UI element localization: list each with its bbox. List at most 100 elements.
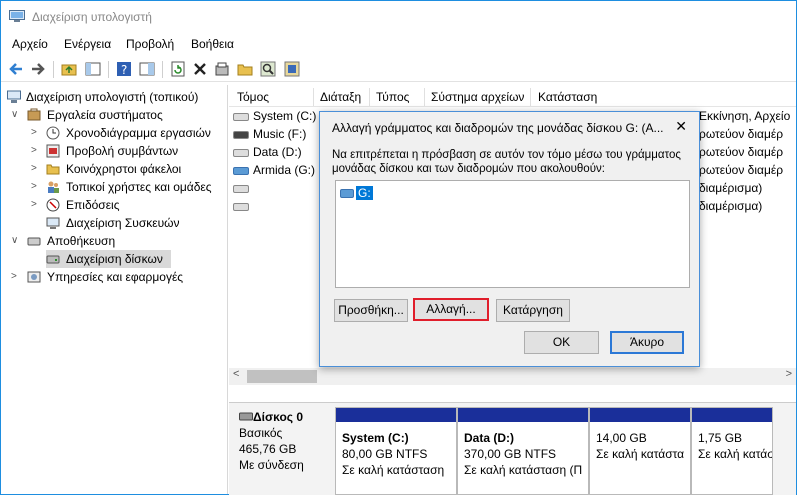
tree-system-tools[interactable]: ∨ Εργαλεία συστήματος [11, 106, 227, 124]
chevron-right-icon[interactable]: > [31, 124, 41, 142]
tree-label: Προβολή συμβάντων [66, 144, 179, 158]
menu-help[interactable]: Βοήθεια [191, 37, 234, 51]
volume-row[interactable]: Music (F:) [233, 125, 306, 143]
tree-label: Εργαλεία συστήματος [47, 108, 163, 122]
change-button[interactable]: Αλλαγή... [413, 298, 489, 321]
column-separator[interactable] [530, 88, 531, 106]
tree-label: Διαχείριση δίσκων [66, 252, 163, 266]
chevron-right-icon[interactable]: > [31, 178, 41, 196]
drive-letter: G: [356, 186, 373, 200]
partition-system[interactable]: System (C:) 80,00 GB NTFS Σε καλή κατάστ… [335, 407, 457, 495]
remove-button[interactable]: Κατάργηση [496, 299, 570, 322]
refresh-icon[interactable] [170, 61, 186, 77]
properties-icon[interactable] [214, 61, 230, 77]
tree-disk-management[interactable]: Διαχείριση δίσκων [46, 250, 171, 268]
computer-management-icon [9, 10, 25, 22]
column-separator[interactable] [424, 88, 425, 106]
column-type[interactable]: Τύπος [376, 90, 409, 104]
column-file-system[interactable]: Σύστημα αρχείων [431, 90, 524, 104]
drive-icon [233, 130, 249, 139]
dialog-title: Αλλαγή γράμματος και διαδρομών της μονάδ… [332, 121, 664, 135]
column-header: Τόμος Διάταξη Τύπος Σύστημα αρχείων Κατά… [229, 88, 796, 107]
chevron-right-icon[interactable]: > [11, 268, 21, 286]
disk-info[interactable]: Δίσκος 0 Βασικός 465,76 GB Με σύνδεση [239, 409, 304, 473]
toolbar: ? [1, 57, 796, 82]
search-icon[interactable] [260, 61, 276, 77]
tree-event-viewer[interactable]: > Προβολή συμβάντων [31, 142, 227, 160]
menu-file[interactable]: Αρχείο [12, 37, 48, 51]
properties-pane-icon[interactable] [139, 61, 155, 77]
chevron-right-icon[interactable]: > [31, 160, 41, 178]
ok-button[interactable]: OK [524, 331, 599, 354]
svg-text:?: ? [121, 63, 127, 77]
tree-root[interactable]: Διαχείριση υπολογιστή (τοπικού) [7, 88, 227, 106]
scroll-left-icon[interactable]: < [233, 368, 239, 380]
volume-row[interactable] [233, 197, 253, 215]
drive-icon [233, 112, 249, 121]
volume-row[interactable] [233, 179, 253, 197]
chevron-right-icon[interactable]: > [31, 196, 41, 214]
tree-services-apps[interactable]: > Υπηρεσίες και εφαρμογές [11, 268, 227, 286]
toolbar-separator [53, 61, 54, 78]
status-cell: ρωτεύον διαμέρ [699, 163, 784, 177]
chevron-down-icon[interactable]: ∨ [11, 232, 21, 250]
column-status[interactable]: Κατάσταση [538, 90, 597, 104]
scroll-thumb[interactable] [247, 370, 317, 383]
tools-icon [27, 108, 41, 121]
horizontal-scrollbar[interactable]: < > [229, 368, 796, 385]
navigation-tree: Διαχείριση υπολογιστή (τοπικού) ∨ Εργαλε… [1, 85, 228, 494]
tree-device-manager[interactable]: Διαχείριση Συσκευών [46, 214, 227, 232]
partition-data[interactable]: Data (D:) 370,00 GB NTFS Σε καλή κατάστα… [457, 407, 589, 495]
close-icon[interactable]: ✕ [675, 118, 687, 135]
tree-label: Χρονοδιάγραμμα εργασιών [66, 126, 211, 140]
disk-tool-icon[interactable] [284, 61, 300, 77]
menu-action[interactable]: Ενέργεια [64, 37, 111, 51]
partition-size: 14,00 GB [596, 431, 647, 445]
column-layout[interactable]: Διάταξη [320, 90, 361, 104]
tree-task-scheduler[interactable]: > Χρονοδιάγραμμα εργασιών [31, 124, 227, 142]
partition-size: 370,00 GB NTFS [464, 447, 557, 461]
cancel-button[interactable]: Άκυρο [610, 331, 684, 354]
column-volume[interactable]: Τόμος [237, 90, 269, 104]
disk-size: 465,76 GB [239, 442, 297, 456]
title-bar: Διαχείριση υπολογιστή [1, 1, 796, 31]
up-folder-icon[interactable] [61, 61, 77, 77]
help-icon[interactable]: ? [116, 61, 132, 77]
open-folder-icon[interactable] [237, 61, 253, 77]
volume-row[interactable]: Data (D:) [233, 143, 302, 161]
volume-row[interactable]: System (C:) [233, 107, 316, 125]
chevron-right-icon[interactable]: > [31, 142, 41, 160]
partition-status: Σε καλή κατάστα [596, 447, 685, 461]
tree-shared-folders[interactable]: > Κοινόχρηστοι φάκελοι [31, 160, 227, 178]
add-button[interactable]: Προσθήκη... [334, 299, 408, 322]
list-item[interactable]: G: [340, 186, 373, 200]
disk-icon [239, 412, 253, 421]
tree-label: Αποθήκευση [47, 234, 116, 248]
chevron-down-icon[interactable]: ∨ [11, 106, 21, 124]
tree-performance[interactable]: > Επιδόσεις [31, 196, 227, 214]
drive-paths-list[interactable]: G: [335, 180, 690, 288]
tree-label: Διαχείριση υπολογιστή (τοπικού) [26, 90, 199, 104]
disk-management-icon [46, 255, 60, 264]
partition-unlabeled[interactable]: 1,75 GB Σε καλή κατάστ [691, 407, 773, 495]
show-hide-tree-icon[interactable] [85, 61, 101, 77]
menu-view[interactable]: Προβολή [126, 37, 174, 51]
delete-icon[interactable] [192, 61, 208, 77]
column-separator[interactable] [369, 88, 370, 106]
tree-local-users[interactable]: > Τοπικοί χρήστες και ομάδες [31, 178, 227, 196]
storage-icon [27, 237, 41, 246]
drive-icon [233, 184, 249, 193]
back-arrow-icon[interactable] [8, 61, 24, 77]
volume-row[interactable]: Armida (G:) [233, 161, 315, 179]
tree-storage[interactable]: ∨ Αποθήκευση [11, 232, 227, 250]
device-manager-icon [46, 217, 60, 229]
services-icon [27, 271, 41, 283]
column-separator[interactable] [313, 88, 314, 106]
forward-arrow-icon[interactable] [30, 61, 46, 77]
tree-label: Τοπικοί χρήστες και ομάδες [66, 180, 212, 194]
scroll-right-icon[interactable]: > [786, 368, 792, 380]
disk-name: Δίσκος 0 [253, 410, 304, 424]
performance-icon [46, 198, 60, 212]
partition-unlabeled[interactable]: 14,00 GB Σε καλή κατάστα [589, 407, 691, 495]
partition-bar [458, 408, 588, 422]
